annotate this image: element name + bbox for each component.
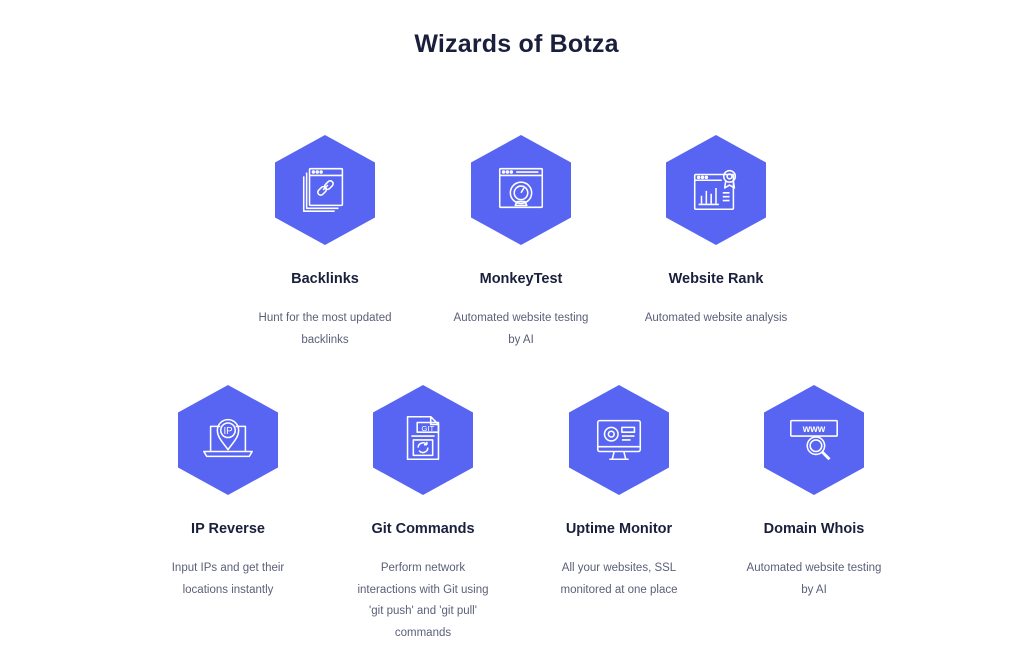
svg-text:GIT: GIT	[421, 423, 434, 432]
card-hex	[666, 135, 766, 245]
card-title: Website Rank	[668, 271, 764, 287]
card-website-rank[interactable]: Website Rank Automated website analysis	[621, 135, 811, 330]
card-hex	[471, 135, 571, 245]
monitor-icon	[590, 409, 648, 472]
website-rank-icon	[687, 159, 745, 222]
card-domain-whois[interactable]: www Domain Whois Automated website testi…	[719, 385, 909, 601]
card-title: Git Commands	[371, 521, 475, 537]
card-description: Automated website testing by AI	[746, 562, 882, 596]
card-description: Perform network interactions with Git usi…	[357, 562, 489, 639]
card-description: Hunt for the most updated backlinks	[258, 312, 392, 346]
www-search-icon: www	[785, 409, 843, 472]
card-description: All your websites, SSL monitored at one p…	[560, 562, 678, 596]
svg-text:IP: IP	[223, 426, 232, 437]
card-title: Domain Whois	[763, 521, 865, 537]
git-file-icon: GIT	[394, 409, 452, 472]
card-description: Automated website analysis	[644, 312, 788, 324]
card-hex	[275, 135, 375, 245]
card-hex: www	[764, 385, 864, 495]
svg-text:www: www	[802, 424, 826, 435]
card-hex: GIT	[373, 385, 473, 495]
card-description: Automated website testing by AI	[453, 312, 589, 346]
card-monkeytest[interactable]: MonkeyTest Automated website testing by A…	[426, 135, 616, 351]
backlinks-icon	[296, 159, 354, 222]
card-git-commands[interactable]: GIT Git Commands Perform network interact…	[328, 385, 518, 644]
card-title: IP Reverse	[191, 521, 265, 537]
card-hex	[569, 385, 669, 495]
card-ip-reverse[interactable]: IP IP Reverse Input IPs and get their loc…	[133, 385, 323, 601]
speedometer-icon	[492, 159, 550, 222]
card-hex: IP	[178, 385, 278, 495]
page-title: Wizards of Botza	[414, 30, 619, 58]
ip-location-icon: IP	[199, 409, 257, 472]
card-title: MonkeyTest	[479, 271, 563, 287]
card-backlinks[interactable]: Backlinks Hunt for the most updated backl…	[230, 135, 420, 351]
card-title: Uptime Monitor	[565, 521, 673, 537]
card-uptime-monitor[interactable]: Uptime Monitor All your websites, SSL mon…	[524, 385, 714, 601]
card-title: Backlinks	[291, 271, 359, 287]
card-description: Input IPs and get their locations instant…	[171, 562, 285, 596]
